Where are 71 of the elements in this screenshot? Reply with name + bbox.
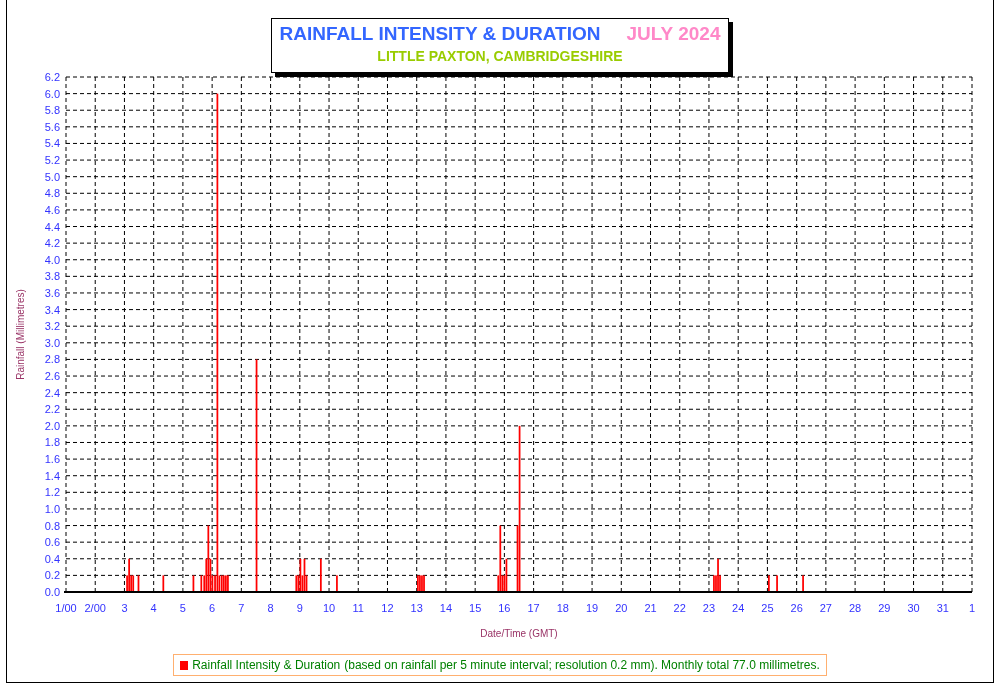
x-tick-label: 31 xyxy=(936,602,949,614)
x-tick-label: 6 xyxy=(209,602,216,614)
y-tick-label: 0.8 xyxy=(44,519,60,532)
x-tick-label: 11 xyxy=(352,602,364,614)
x-tick-label: 18 xyxy=(556,602,569,614)
x-tick-label: 25 xyxy=(761,602,774,614)
x-tick-label: 28 xyxy=(848,602,862,614)
legend-description: (based on rainfall per 5 minute interval; resolution 0.2 mm). Monthly total 77.0 millimetres. xyxy=(344,658,820,672)
x-tick-label: 29 xyxy=(878,602,891,614)
y-tick-label: 5.6 xyxy=(44,120,60,133)
y-tick-label: 2.4 xyxy=(44,386,60,399)
x-tick-label: 21 xyxy=(644,602,657,614)
y-tick-label: 1.0 xyxy=(44,502,60,515)
y-tick-label: 4.4 xyxy=(44,220,60,233)
x-tick-label: 27 xyxy=(819,602,832,614)
x-tick-label: 23 xyxy=(702,602,716,614)
x-tick-label: 12 xyxy=(381,602,394,614)
x-tick-label: 5 xyxy=(179,602,186,614)
x-tick-label: 24 xyxy=(732,602,745,614)
y-tick-label: 1.2 xyxy=(44,486,60,499)
y-tick-label: 2.2 xyxy=(44,403,60,416)
y-tick-label: 2.6 xyxy=(44,370,60,383)
y-tick-label: 3.0 xyxy=(44,336,60,349)
y-tick-label: 3.8 xyxy=(44,270,60,283)
x-tick-label: 20 xyxy=(615,602,628,614)
y-tick-label: 1.6 xyxy=(44,453,60,466)
x-tick-label: 13 xyxy=(410,602,423,614)
y-tick-label: 0.0 xyxy=(44,586,60,598)
y-tick-label: 5.2 xyxy=(44,154,60,167)
x-tick-label: 7 xyxy=(238,602,245,614)
chart-subtitle: LITTLE PAXTON, CAMBRIDGESHIRE xyxy=(377,48,623,64)
y-tick-label: 4.2 xyxy=(44,237,60,250)
x-tick-label: 3 xyxy=(121,602,128,614)
y-tick-label: 1.8 xyxy=(44,436,60,449)
y-tick-label: 0.6 xyxy=(44,536,60,549)
x-tick-label: 19 xyxy=(585,602,599,614)
y-tick-label: 4.6 xyxy=(44,203,60,216)
x-tick-label: 15 xyxy=(469,602,482,614)
x-tick-label: 4 xyxy=(150,602,157,614)
next-month-label: 1 xyxy=(968,602,976,614)
y-axis-title: Rainfall (Millimetres) xyxy=(15,289,26,380)
y-tick-label: 2.8 xyxy=(44,353,60,366)
y-tick-label: 0.2 xyxy=(44,569,60,582)
y-tick-label: 6.2 xyxy=(44,71,60,83)
y-tick-label: 4.0 xyxy=(44,253,60,266)
x-tick-label: 14 xyxy=(439,602,453,614)
y-tick-label: 6.0 xyxy=(44,87,60,100)
x-tick-label: 22 xyxy=(673,602,686,614)
chart-month: JULY 2024 xyxy=(626,23,721,45)
x-tick-label: 2/00 xyxy=(84,602,106,614)
chart-title: RAINFALL INTENSITY & DURATION xyxy=(279,23,601,45)
y-tick-label: 5.0 xyxy=(44,170,60,183)
y-tick-label: 0.4 xyxy=(44,552,60,565)
x-tick-label: 9 xyxy=(296,602,303,614)
y-tick-label: 5.8 xyxy=(44,104,60,117)
y-tick-label: 1.4 xyxy=(44,469,60,482)
x-tick-label: 8 xyxy=(267,602,274,614)
legend-label: Rainfall Intensity & Duration xyxy=(192,658,341,672)
y-tick-label: 4.8 xyxy=(44,187,60,200)
y-tick-label: 3.2 xyxy=(44,320,60,333)
x-tick-label: 17 xyxy=(527,602,540,614)
y-tick-label: 3.4 xyxy=(44,303,60,316)
x-axis-title: Date/Time (GMT) xyxy=(480,628,558,639)
x-tick-label: 1/00 xyxy=(55,602,77,614)
y-tick-label: 3.6 xyxy=(44,286,60,299)
y-tick-label: 5.4 xyxy=(44,137,60,150)
x-tick-label: 26 xyxy=(790,602,803,614)
x-tick-label: 30 xyxy=(907,602,920,614)
y-tick-label: 2.0 xyxy=(44,419,60,432)
x-tick-label: 16 xyxy=(498,602,511,614)
x-tick-label: 10 xyxy=(322,602,336,614)
